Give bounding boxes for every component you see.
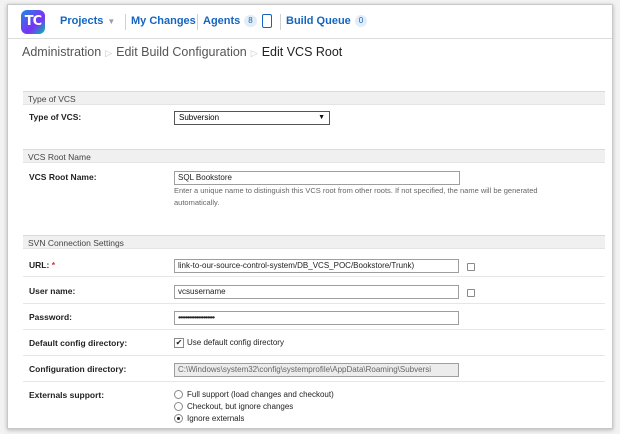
required-mark: * (51, 260, 55, 270)
nav-projects-label: Projects (60, 15, 104, 27)
type-of-vcs-label: Type of VCS: (29, 112, 82, 122)
vcs-root-name-note-line2: automatically. (174, 198, 220, 207)
vcs-root-name-label: VCS Root Name: (29, 172, 97, 182)
default-config-directory-label: Default config directory: (29, 338, 128, 348)
agents-count-badge: 8 (244, 15, 257, 28)
url-option-checkbox[interactable] (467, 263, 475, 271)
build-queue-count-badge: 0 (354, 15, 368, 28)
nav-build-queue[interactable]: Build Queue 0 (286, 5, 368, 38)
nav-build-queue-label: Build Queue (286, 15, 351, 27)
section-header-vcs-root-name: VCS Root Name (23, 149, 605, 163)
url-label: URL: * (29, 260, 55, 270)
configuration-directory-label: Configuration directory: (29, 364, 127, 374)
row-divider (23, 303, 605, 304)
externals-support-label: Externals support: (29, 390, 105, 400)
breadcrumb-arrow-icon: ▷ (105, 48, 113, 58)
password-label: Password: (29, 312, 72, 322)
teamcity-logo[interactable]: TC (21, 10, 45, 34)
page-title: Edit VCS Root (261, 45, 343, 59)
externals-ignore-label: Ignore externals (187, 414, 245, 423)
externals-ignore-radio[interactable] (174, 414, 183, 423)
externals-checkout-ignore-changes-label: Checkout, but ignore changes (187, 402, 294, 411)
breadcrumb-edit-build-configuration[interactable]: Edit Build Configuration (116, 45, 247, 59)
dropdown-arrow-icon: ▼ (318, 114, 325, 121)
section-header-svn-connection: SVN Connection Settings (23, 235, 605, 249)
nav-divider (280, 14, 281, 30)
password-input[interactable]: •••••••••••••••••••• (174, 311, 459, 325)
nav-divider (197, 14, 198, 30)
nav-agents-label: Agents (203, 15, 241, 27)
section-header-type-of-vcs: Type of VCS (23, 91, 605, 105)
breadcrumb-arrow-icon: ▷ (250, 48, 258, 58)
row-divider (23, 329, 605, 330)
externals-full-support-label: Full support (load changes and checkout) (187, 390, 334, 399)
agent-icon (261, 14, 272, 29)
nav-agents[interactable]: Agents 8 (203, 5, 272, 38)
nav-projects[interactable]: Projects ▼ (60, 5, 115, 38)
vcs-root-name-note-line1: Enter a unique name to distinguish this … (174, 186, 538, 195)
user-name-label: User name: (29, 286, 76, 296)
vcs-type-value: Subversion (179, 113, 220, 122)
externals-full-support-radio[interactable] (174, 390, 183, 399)
chevron-down-icon[interactable]: ▼ (107, 5, 115, 38)
use-default-config-label: Use default config directory (187, 338, 284, 347)
vcs-type-select[interactable]: Subversion ▼ (174, 111, 330, 125)
user-name-option-checkbox[interactable] (467, 289, 475, 297)
vcs-root-name-input[interactable]: SQL Bookstore (174, 171, 460, 185)
breadcrumb-administration[interactable]: Administration (22, 45, 101, 59)
top-navigation-bar: TC Projects ▼ My Changes Agents 8 Build Qu… (8, 5, 612, 39)
row-divider (23, 355, 605, 356)
user-name-input[interactable]: vcsusername (174, 285, 459, 299)
nav-my-changes[interactable]: My Changes (131, 5, 196, 38)
row-divider (23, 276, 605, 277)
externals-checkout-ignore-changes-radio[interactable] (174, 402, 183, 411)
row-divider (23, 381, 605, 382)
url-input[interactable]: link-to-our-source-control-system/DB_VCS… (174, 259, 459, 273)
breadcrumb: Administration ▷ Edit Build Configuration ▷… (22, 45, 342, 59)
nav-divider (125, 14, 126, 30)
url-label-text: URL: (29, 260, 50, 270)
configuration-directory-input: C:\Windows\system32\config\systemprofile… (174, 363, 459, 377)
use-default-config-checkbox[interactable]: ✔ (174, 338, 184, 348)
teamcity-window: TC Projects ▼ My Changes Agents 8 Build Qu… (7, 4, 613, 429)
